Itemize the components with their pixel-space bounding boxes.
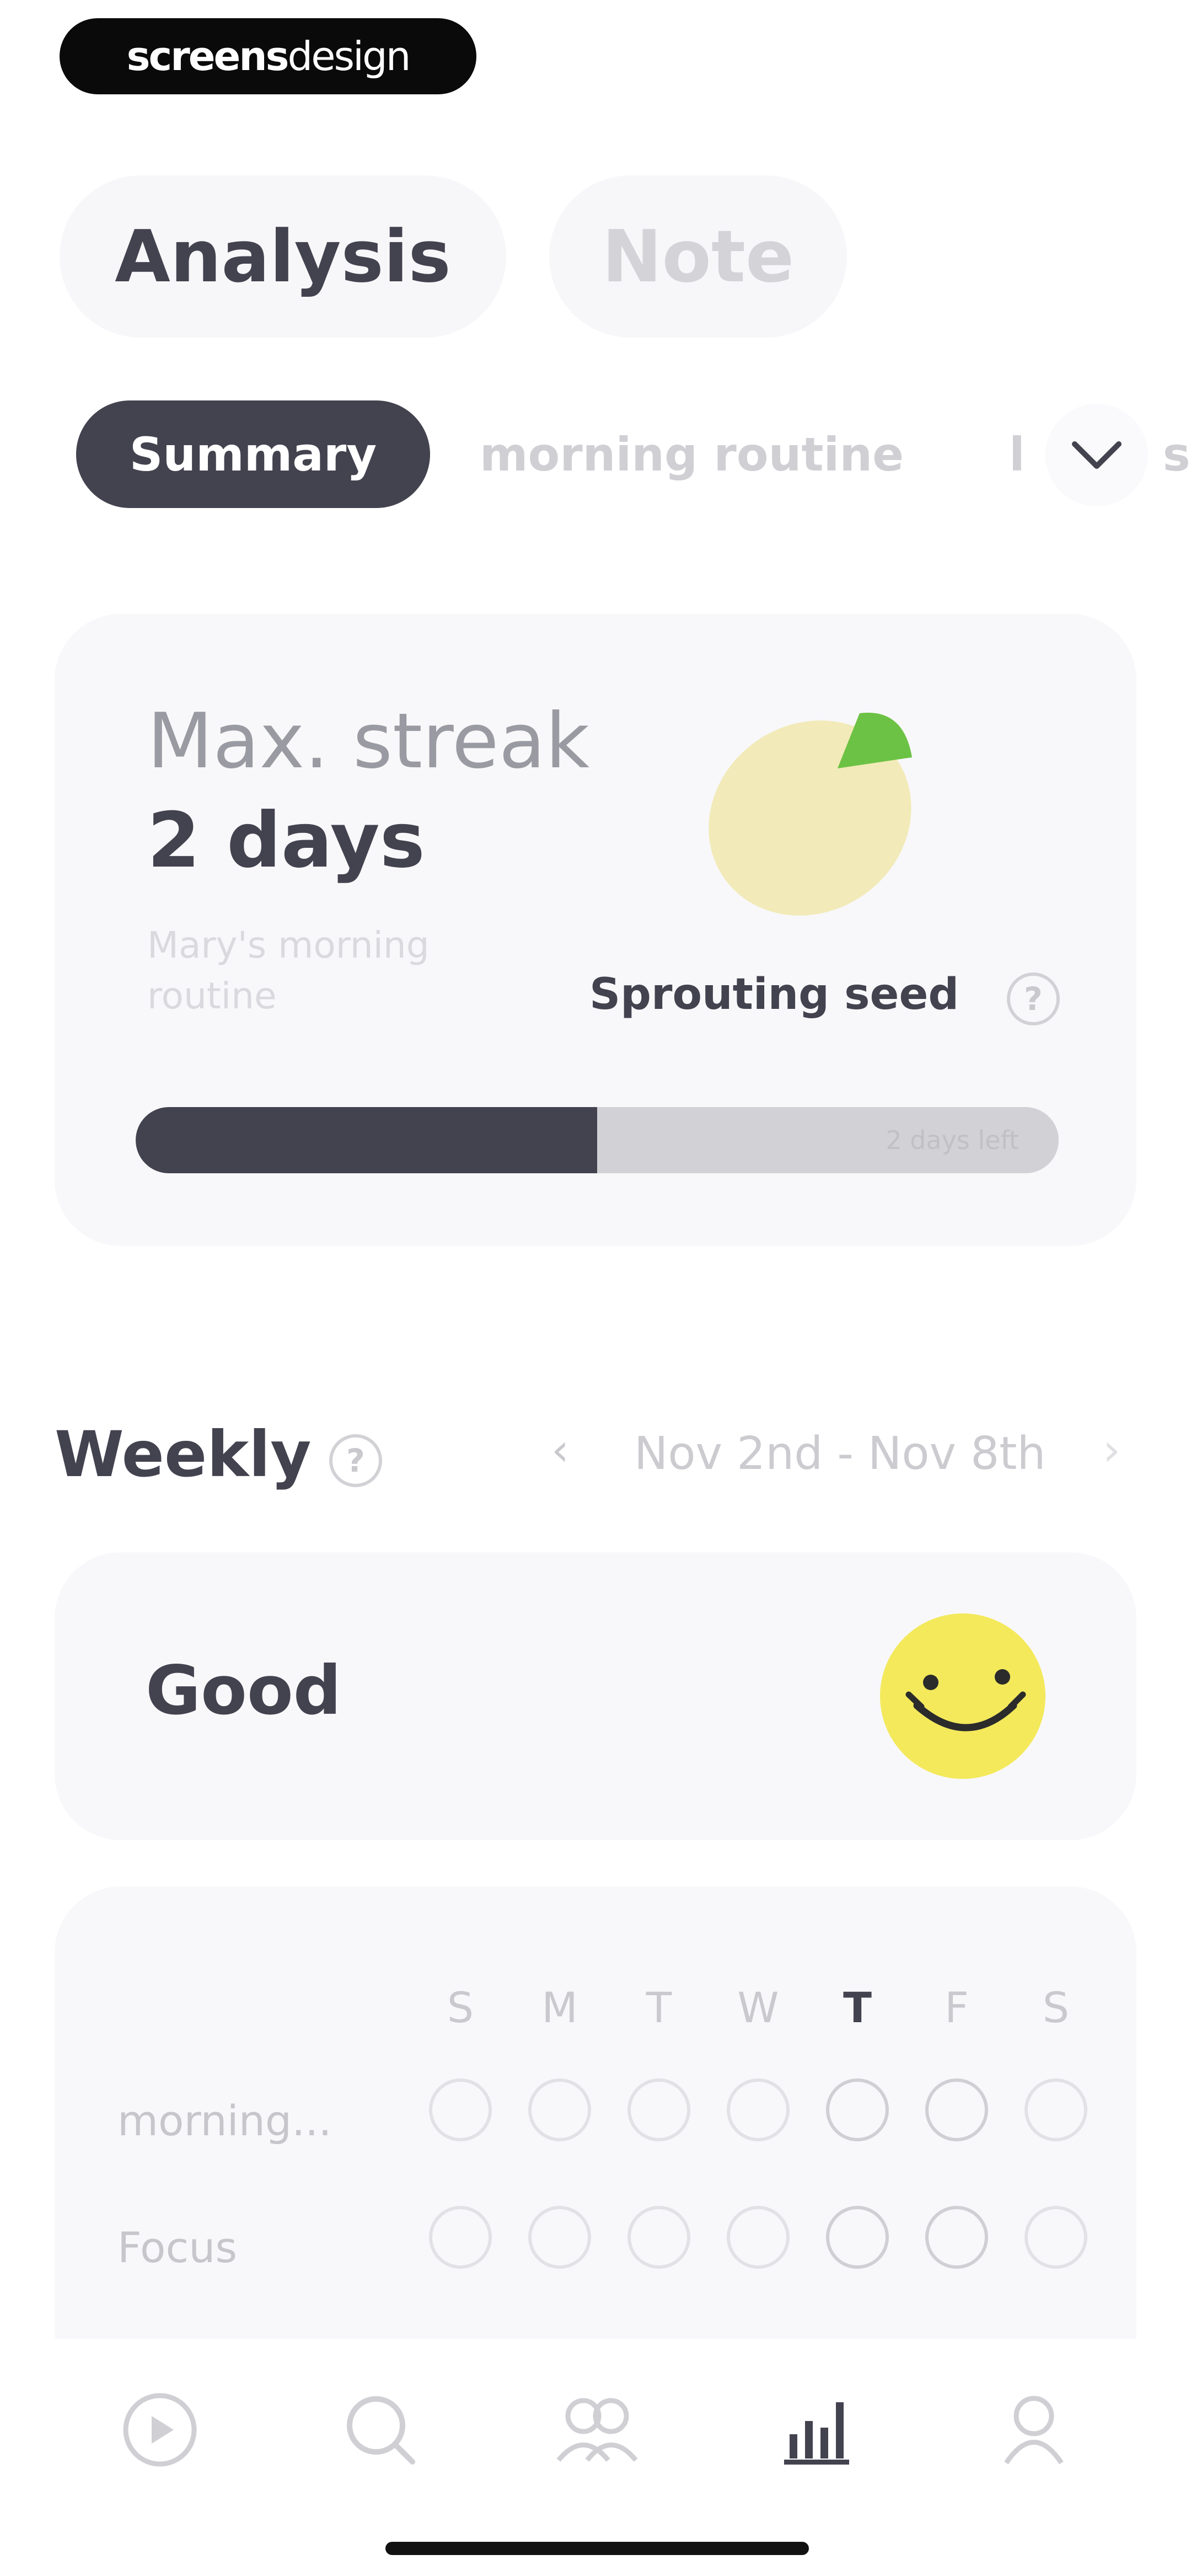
- play-icon: [123, 2393, 197, 2467]
- habit-day-dot[interactable]: [429, 2078, 492, 2141]
- weekly-mood-card: Good: [55, 1552, 1136, 1840]
- streak-progress-fill: [136, 1107, 597, 1173]
- habit-day-dot[interactable]: [528, 2206, 591, 2269]
- day-header: T: [843, 1983, 872, 2032]
- smiley-face-icon: [878, 1612, 1047, 1781]
- bar-chart-icon: [784, 2402, 849, 2465]
- habit-day-dot[interactable]: [528, 2078, 591, 2141]
- streak-value: 2 days: [147, 796, 425, 885]
- habit-day-dot[interactable]: [826, 2078, 889, 2141]
- chip-summary[interactable]: Summary: [76, 400, 430, 508]
- week-range: Nov 2nd - Nov 8th: [634, 1428, 1046, 1480]
- weekly-help-icon[interactable]: ?: [329, 1434, 382, 1487]
- tab-note[interactable]: Note: [549, 175, 847, 338]
- tab-profile[interactable]: [979, 2375, 1089, 2485]
- tab-community[interactable]: [542, 2375, 652, 2485]
- tab-search[interactable]: [325, 2375, 436, 2485]
- streak-subtitle: Mary's morning routine: [147, 924, 430, 1017]
- streak-label: Max. streak: [147, 697, 590, 785]
- chevron-down-icon: [1072, 441, 1122, 469]
- stage-label: Sprouting seed: [589, 970, 959, 1019]
- day-header: T: [646, 1983, 672, 2032]
- day-header: S: [1042, 1983, 1070, 2032]
- weekly-title: Weekly: [55, 1418, 312, 1491]
- habit-day-dot[interactable]: [627, 2078, 690, 2141]
- habit-day-dot[interactable]: [727, 2078, 790, 2141]
- day-header: W: [737, 1983, 779, 2032]
- chip-morning-routine[interactable]: morning routine: [480, 400, 943, 508]
- chevron-right-icon[interactable]: ›: [1103, 1424, 1120, 1476]
- habit-day-dot[interactable]: [1024, 2078, 1087, 2141]
- habit-day-dot[interactable]: [429, 2206, 492, 2269]
- day-header: F: [945, 1983, 969, 2032]
- search-icon: [347, 2396, 415, 2465]
- day-header: S: [447, 1983, 474, 2032]
- progress-text: 2 days left: [886, 1125, 1019, 1155]
- weekly-habit-grid: morning... Focus S M T W T F S: [55, 1886, 1136, 2361]
- habit-day-dot[interactable]: [1024, 2206, 1087, 2269]
- habit-day-dot[interactable]: [627, 2206, 690, 2269]
- max-streak-card: Max. streak 2 days Mary's morning routin…: [55, 614, 1136, 1246]
- streak-progress-bar: 2 days left: [136, 1107, 1059, 1173]
- day-header: M: [541, 1983, 578, 2032]
- habit-day-dot[interactable]: [826, 2206, 889, 2269]
- mood-label: Good: [146, 1652, 342, 1730]
- habit-row-name: morning...: [117, 2096, 332, 2145]
- chip-next-start: l: [1009, 427, 1025, 482]
- habit-day-dot[interactable]: [925, 2078, 988, 2141]
- bottom-tab-bar: [0, 2339, 1191, 2576]
- chip-next-end: s: [1162, 427, 1190, 482]
- community-icon: [556, 2398, 638, 2462]
- seed-icon: [709, 713, 912, 916]
- habit-row-name: Focus: [117, 2223, 238, 2272]
- tab-play[interactable]: [105, 2375, 215, 2485]
- habit-day-dot[interactable]: [727, 2206, 790, 2269]
- sprouting-seed-illustration: [700, 697, 948, 928]
- home-indicator: [385, 2542, 809, 2555]
- chevron-left-icon[interactable]: ‹: [551, 1424, 569, 1476]
- expand-chips-button[interactable]: [1045, 404, 1148, 506]
- stage-title: Sprouting seed: [589, 970, 959, 1019]
- stage-help-icon[interactable]: ?: [1007, 972, 1060, 1025]
- watermark-light: design: [287, 33, 411, 79]
- watermark-bold: screens: [126, 33, 289, 79]
- tab-analysis[interactable]: Analysis: [60, 175, 506, 338]
- habit-day-dot[interactable]: [925, 2206, 988, 2269]
- profile-icon: [1004, 2396, 1064, 2465]
- screensdesign-watermark: screens design: [60, 18, 476, 94]
- tab-analysis-nav[interactable]: [761, 2375, 871, 2485]
